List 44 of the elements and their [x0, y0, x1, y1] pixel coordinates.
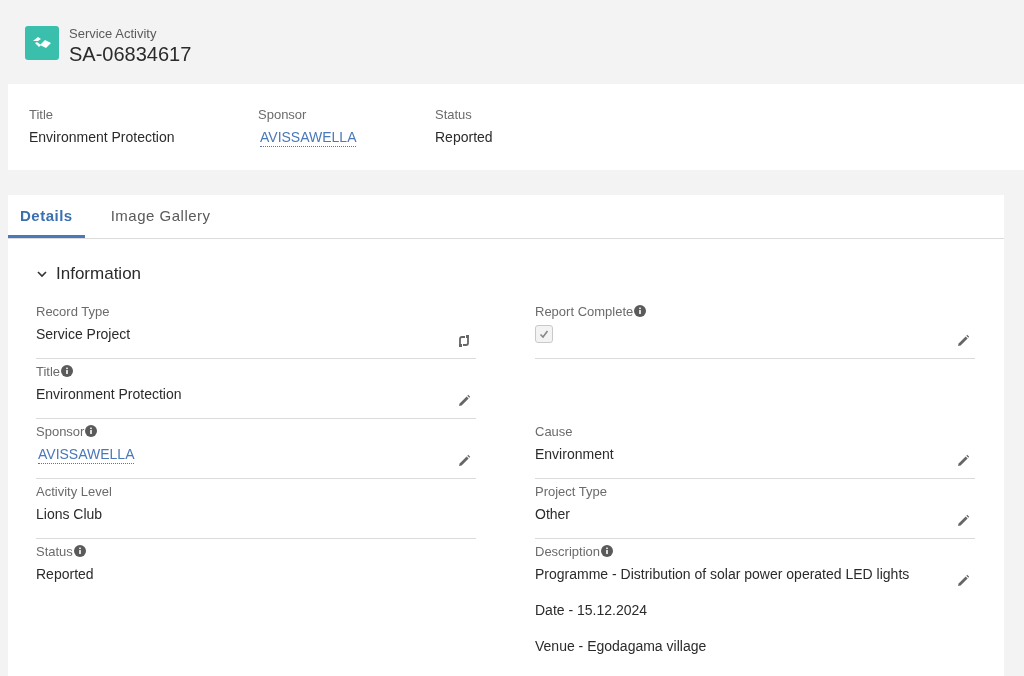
edit-pencil-icon[interactable]	[955, 333, 971, 349]
field-value: Service Project	[36, 325, 131, 343]
field-label: Status	[36, 544, 73, 559]
sponsor-link[interactable]: AVISSAWELLA	[38, 445, 135, 464]
highlight-value: Reported	[435, 128, 494, 146]
field-label: Record Type	[36, 304, 110, 319]
highlight-label: Sponsor	[258, 106, 308, 124]
field-label: Description	[535, 544, 601, 559]
info-icon[interactable]	[73, 545, 86, 557]
field-label: Project Type	[535, 484, 608, 499]
info-icon[interactable]	[601, 545, 614, 557]
tab[interactable]: Details	[8, 195, 85, 238]
info-icon[interactable]	[85, 425, 98, 437]
change-record-type-icon[interactable]	[456, 333, 472, 349]
edit-pencil-icon[interactable]	[456, 393, 472, 409]
edit-pencil-icon[interactable]	[955, 453, 971, 469]
edit-pencil-icon[interactable]	[456, 453, 472, 469]
checkmark-icon	[539, 329, 549, 339]
field-value: Lions Club	[36, 505, 103, 523]
chevron-down-icon	[36, 268, 48, 280]
sponsor-link[interactable]: AVISSAWELLA	[260, 128, 357, 147]
highlight-label: Status	[435, 106, 473, 124]
field-label: Title	[36, 364, 61, 379]
field-value: Date - 15.12.2024	[535, 601, 649, 619]
edit-pencil-icon[interactable]	[955, 573, 971, 589]
field-label: Cause	[535, 424, 573, 439]
field-value: Reported	[36, 565, 94, 583]
field-value: Programme - Distribution of solar power operated LED lights	[535, 565, 910, 583]
object-type-label: Service Activity	[69, 26, 158, 42]
section-header[interactable]: Information	[36, 263, 142, 285]
info-icon[interactable]	[634, 305, 647, 317]
info-icon[interactable]	[61, 365, 74, 377]
field-value: Environment	[535, 445, 614, 463]
field-value: Other	[535, 505, 570, 523]
field-value: Environment Protection	[36, 385, 182, 403]
highlight-value: Environment Protection	[29, 128, 176, 146]
edit-pencil-icon[interactable]	[955, 513, 971, 529]
field-label: Report Complete	[535, 304, 634, 319]
highlight-label: Title	[29, 106, 55, 124]
record-title: SA-06834617	[69, 42, 192, 66]
field-label: Activity Level	[36, 484, 112, 499]
field-value: Venue - Egodagama village	[535, 637, 708, 655]
tab[interactable]: Image Gallery	[98, 195, 223, 238]
field-label: Sponsor	[36, 424, 85, 439]
